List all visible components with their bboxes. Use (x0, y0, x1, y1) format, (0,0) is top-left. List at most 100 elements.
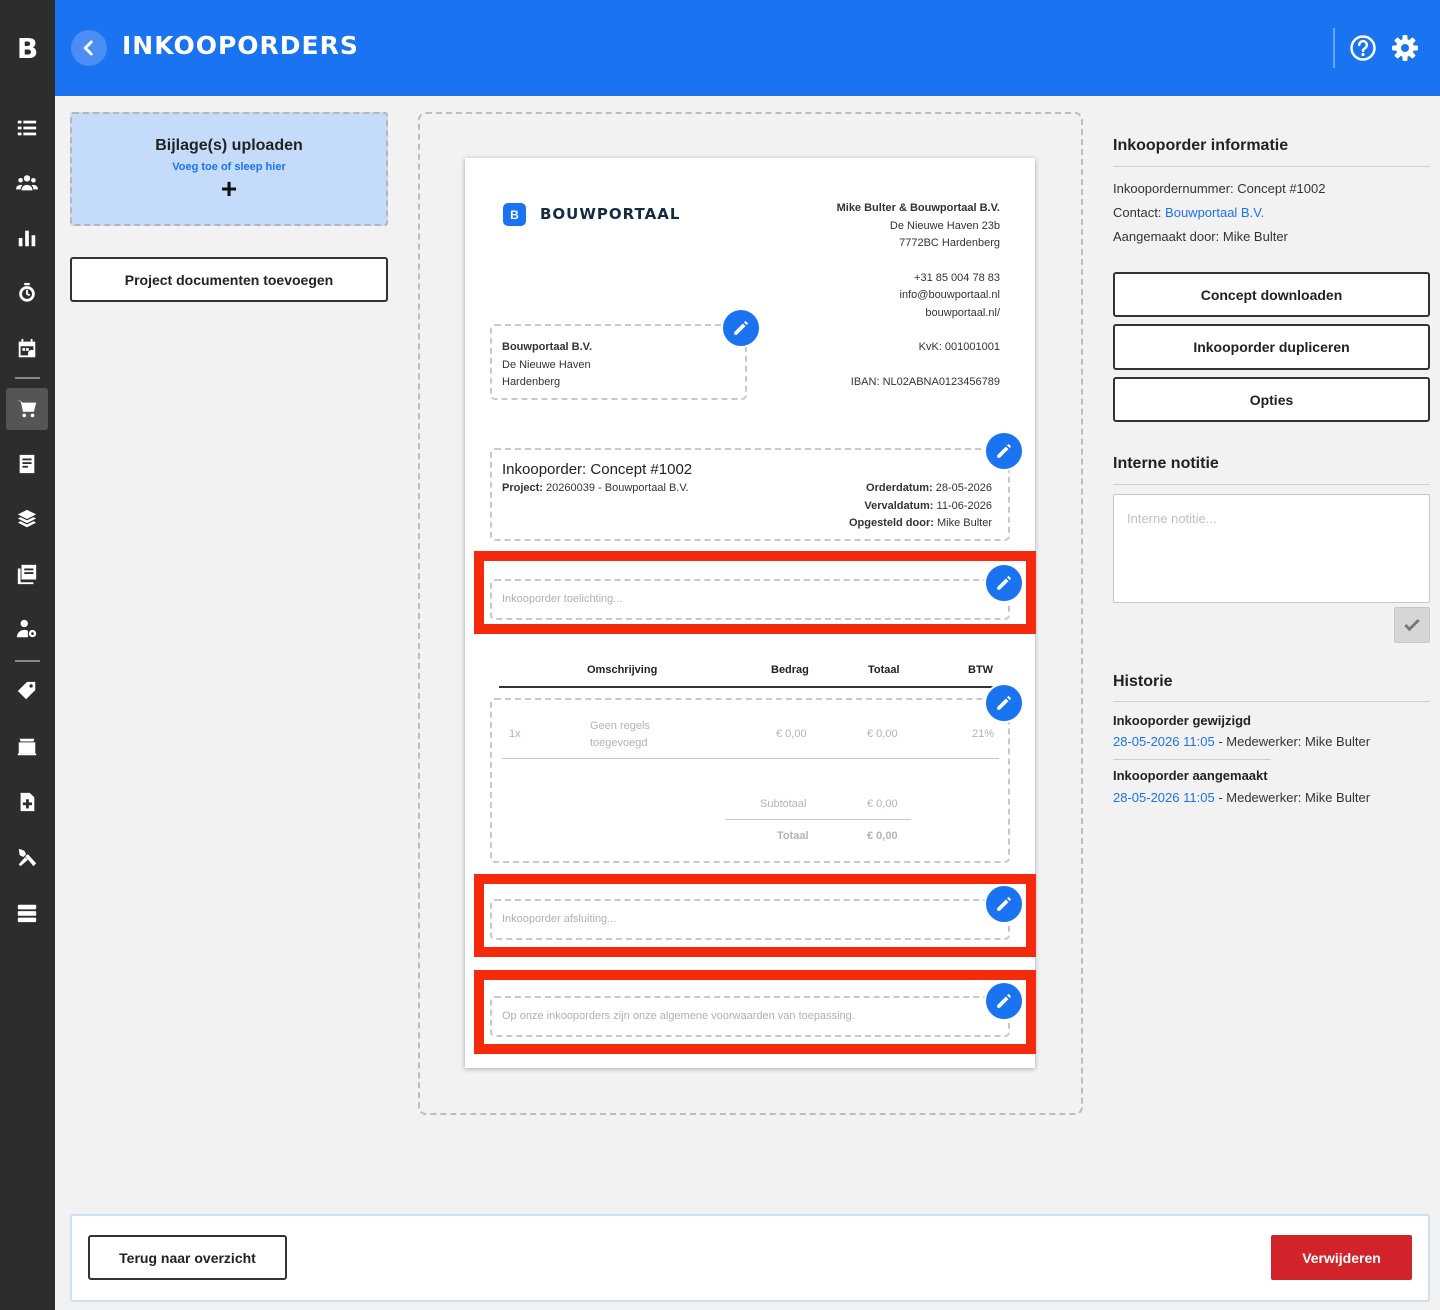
delete-button[interactable]: Verwijderen (1271, 1235, 1412, 1280)
pencil-icon (997, 993, 1012, 1008)
sidebar-separator (15, 660, 40, 662)
concept-download-button[interactable]: Concept downloaden (1113, 272, 1430, 317)
highlight-voorwaarden (474, 970, 1036, 1054)
chevron-left-icon (83, 40, 93, 56)
users-icon (16, 175, 38, 191)
sidebar-item-documents[interactable] (6, 553, 48, 595)
project-value: 20260039 - Bouwportaal B.V. (546, 482, 689, 494)
tools-icon (18, 848, 37, 867)
sidebar-item-prices[interactable] (6, 670, 48, 712)
tag-icon (17, 681, 36, 700)
opgesteld-value: Mike Bulter (936, 517, 992, 529)
sender-city: 7772BC Hardenberg (899, 237, 1000, 249)
sidebar-item-employees[interactable] (6, 608, 48, 650)
project-label: Project: (502, 482, 543, 494)
totaal-label: Totaal (777, 830, 809, 842)
user-cog-icon (16, 619, 37, 638)
subtotal-rule (725, 819, 911, 820)
sidebar-item-layers[interactable] (6, 498, 48, 540)
history-entry-by: - Medewerker: Mike Bulter (1218, 790, 1371, 805)
sidebar-item-time[interactable] (6, 272, 48, 314)
sidebar: B (0, 0, 55, 1310)
col-omschrijving: Omschrijving (587, 664, 658, 676)
line-bedrag: € 0,00 (776, 728, 807, 740)
book-icon (17, 738, 37, 756)
top-bar: INKOOPORDERS (55, 0, 1440, 96)
back-button[interactable] (71, 30, 107, 66)
history-entry-date[interactable]: 28-05-2026 11:05 (1113, 734, 1215, 749)
sidebar-item-tools[interactable] (6, 836, 48, 878)
save-note-button[interactable] (1394, 607, 1430, 643)
subtotaal-value: € 0,00 (867, 798, 898, 810)
totaal-value: € 0,00 (867, 830, 898, 842)
opgesteld-label: Opgesteld door: (848, 517, 934, 529)
sender-phone: +31 85 004 78 83 (914, 271, 1000, 284)
line-qty: 1x (509, 728, 521, 740)
sidebar-item-list[interactable] (6, 107, 48, 149)
ordernummer-label: Inkoopordernummer: (1113, 181, 1234, 196)
attachment-upload-dropzone[interactable]: Bijlage(s) uploaden Voeg toe of sleep hi… (70, 112, 388, 226)
sidebar-item-users[interactable] (6, 162, 48, 204)
history-entry-date[interactable]: 28-05-2026 11:05 (1113, 790, 1215, 805)
edit-order-lines-button[interactable] (984, 683, 1024, 723)
app-logo[interactable]: B (0, 0, 55, 96)
project-documents-button[interactable]: Project documenten toevoegen (70, 257, 388, 302)
order-header-block[interactable]: Inkooporder: Concept #1002 Project: 2026… (490, 448, 1010, 541)
pencil-icon (997, 443, 1012, 458)
contact-link[interactable]: Bouwportaal B.V. (1165, 205, 1264, 220)
topbar-separator (1333, 28, 1335, 68)
upload-subtitle: Voeg toe of sleep hier (172, 161, 286, 173)
brand-name: BOUWPORTAAL (540, 205, 681, 223)
sender-street: De Nieuwe Haven 23b (889, 219, 1000, 232)
cart-icon (16, 400, 37, 418)
sidebar-item-catalog[interactable] (6, 726, 48, 768)
history-entry-divider (1113, 759, 1271, 760)
col-btw: BTW (968, 664, 994, 676)
help-icon[interactable] (1349, 34, 1377, 62)
history-entry-title: Inkooporder gewijzigd (1113, 713, 1251, 728)
edit-toelichting-button[interactable] (984, 563, 1024, 603)
contact-label: Contact: (1113, 205, 1162, 220)
col-bedrag: Bedrag (771, 664, 809, 676)
list-icon (17, 120, 37, 136)
gear-icon[interactable] (1391, 34, 1419, 62)
edit-order-header-button[interactable] (984, 431, 1024, 471)
documents-icon (17, 564, 37, 585)
sidebar-item-database[interactable] (6, 892, 48, 934)
sidebar-item-invoices[interactable] (6, 443, 48, 485)
sender-kvk: KvK: 001001001 (918, 341, 1000, 353)
bar-chart-icon (18, 230, 36, 247)
recipient-city: Hardenberg (502, 376, 561, 388)
sidebar-item-planning[interactable] (6, 328, 48, 370)
created-by-value: Mike Bulter (1222, 229, 1288, 244)
recipient-block[interactable]: Bouwportaal B.V. De Nieuwe Haven Hardenb… (490, 324, 747, 400)
line-rule (502, 758, 999, 759)
edit-recipient-button[interactable] (721, 308, 761, 348)
info-divider (1113, 166, 1430, 167)
info-title: Inkooporder informatie (1113, 137, 1289, 154)
table-header-rule (499, 686, 995, 688)
server-icon (17, 904, 37, 923)
edit-voorwaarden-button[interactable] (984, 981, 1024, 1021)
pencil-icon (997, 575, 1012, 590)
vervaldatum-label: Vervaldatum: (864, 499, 934, 512)
sidebar-item-new-document[interactable] (6, 781, 48, 823)
upload-title: Bijlage(s) uploaden (155, 137, 303, 154)
recipient-street: De Nieuwe Haven (502, 358, 591, 371)
calendar-icon (18, 338, 36, 358)
orderdatum-label: Orderdatum: (866, 482, 933, 494)
duplicate-order-button[interactable]: Inkooporder dupliceren (1113, 324, 1430, 370)
stopwatch-icon (19, 282, 35, 302)
line-btw: 21% (972, 728, 995, 740)
history-title: Historie (1113, 673, 1173, 690)
sidebar-item-statistics[interactable] (6, 217, 48, 259)
check-icon (1404, 618, 1420, 632)
edit-afsluiting-button[interactable] (984, 884, 1024, 924)
created-by-label: Aangemaakt door: (1113, 229, 1220, 244)
order-lines-block[interactable]: 1x Geen regels toegevoegd € 0,00 € 0,00 … (490, 698, 1010, 863)
sidebar-separator (15, 377, 40, 379)
options-button[interactable]: Opties (1113, 377, 1430, 422)
back-to-overview-button[interactable]: Terug naar overzicht (88, 1235, 287, 1280)
sidebar-item-inkoop[interactable] (6, 388, 48, 430)
internal-note-input[interactable] (1113, 494, 1430, 603)
